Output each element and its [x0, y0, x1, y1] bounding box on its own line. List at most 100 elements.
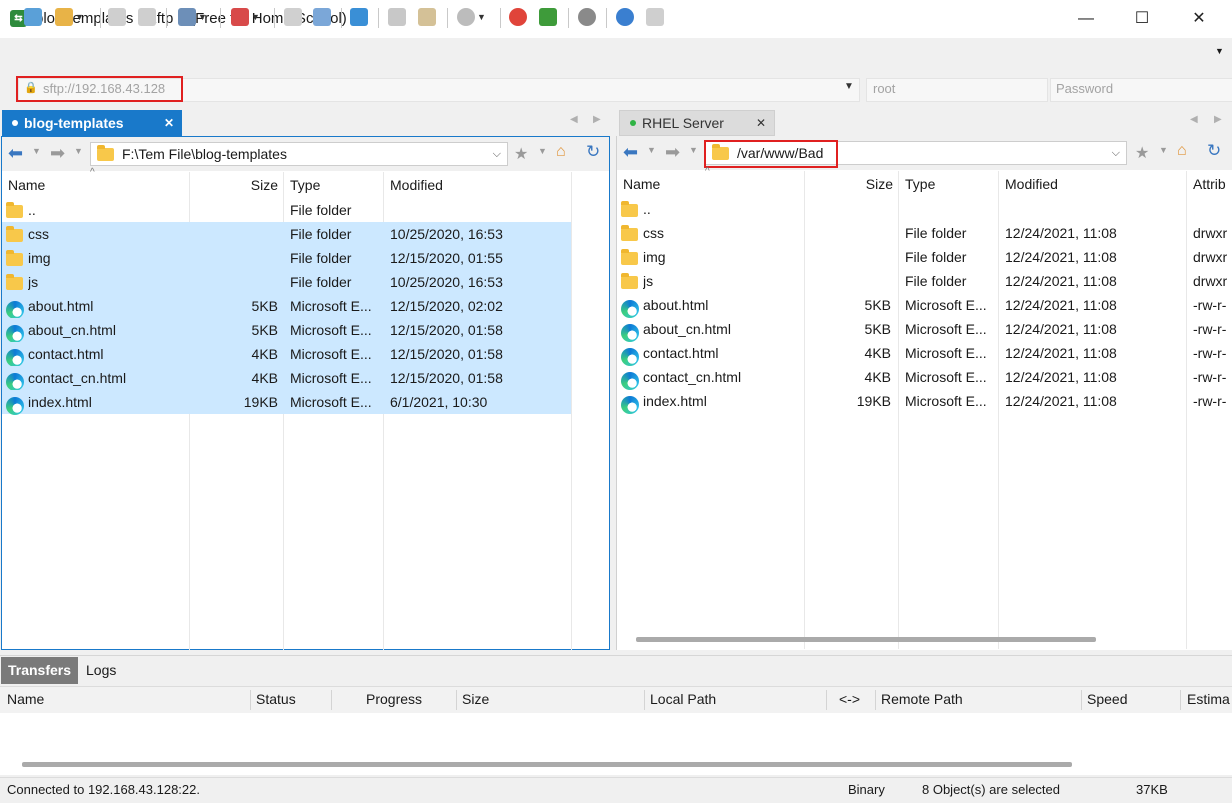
back-arrow-icon[interactable]: ⬅ — [623, 142, 638, 163]
xftp-button[interactable] — [539, 6, 557, 28]
tab-scroll-left-icon[interactable]: ◀ — [570, 114, 578, 125]
tab-scroll-right-icon[interactable]: ▶ — [1214, 114, 1222, 125]
favorites-star-icon[interactable]: ★ — [514, 144, 528, 164]
file-row[interactable]: about.html 5KB Microsoft E... 12/15/2020, 0… — [2, 294, 571, 320]
file-row[interactable]: .. — [617, 197, 1232, 221]
column-divider[interactable] — [1081, 690, 1082, 710]
column-divider[interactable] — [826, 690, 827, 710]
column-header-type[interactable]: Type — [290, 172, 380, 198]
file-row[interactable]: .. File folder — [2, 198, 571, 222]
copy-button[interactable] — [388, 6, 406, 28]
column-header-name[interactable]: Name — [8, 172, 158, 198]
column-header-name[interactable]: Name — [623, 171, 773, 197]
disconnect-button[interactable] — [138, 6, 156, 28]
address-dropdown-arrow[interactable]: ▼ — [844, 81, 854, 92]
tab-scroll-right-icon[interactable]: ▶ — [593, 114, 601, 125]
transfer-horizontal-scrollbar[interactable] — [22, 762, 1072, 767]
close-button[interactable]: ✕ — [1170, 0, 1228, 38]
file-row[interactable]: js File folder 12/24/2021, 11:08 drwxr — [617, 269, 1232, 293]
file-row[interactable]: about_cn.html 5KB Microsoft E... 12/24/2021… — [617, 317, 1232, 343]
file-row[interactable]: js File folder 10/25/2020, 16:53 — [2, 270, 571, 294]
local-path-combo[interactable]: F:\Tem File\blog-templates ⌵ — [90, 142, 508, 166]
toolbar-overflow-icon[interactable]: ▼ — [1215, 46, 1224, 56]
properties-button[interactable]: ▼ — [178, 6, 207, 28]
tab-scroll-left-icon[interactable]: ◀ — [1190, 114, 1198, 125]
transfer-column-remote-path[interactable]: Remote Path — [881, 686, 963, 712]
remote-horizontal-scrollbar[interactable] — [636, 637, 1096, 642]
maximize-button[interactable]: ☐ — [1113, 0, 1171, 38]
column-divider[interactable] — [644, 690, 645, 710]
refresh-icon[interactable]: ↻ — [586, 142, 600, 162]
forward-arrow-icon[interactable]: ➡ — [50, 143, 65, 164]
column-header-size[interactable]: Size — [192, 172, 278, 198]
file-row[interactable]: img File folder 12/24/2021, 11:08 drwxr — [617, 245, 1232, 269]
stop-button[interactable]: ▼ — [457, 6, 486, 28]
column-header-modified[interactable]: Modified — [1005, 171, 1175, 197]
refresh-icon[interactable]: ↻ — [1207, 141, 1221, 161]
column-header-type[interactable]: Type — [905, 171, 995, 197]
chevron-down-icon[interactable]: ▼ — [74, 146, 83, 156]
column-divider[interactable] — [456, 690, 457, 710]
paste-button[interactable] — [418, 6, 436, 28]
transfer-column-size[interactable]: Size — [462, 686, 489, 712]
close-icon[interactable]: ✕ — [756, 116, 766, 130]
back-arrow-icon[interactable]: ⬅ — [8, 143, 23, 164]
column-header-modified[interactable]: Modified — [390, 172, 560, 198]
open-session-button[interactable]: ▼ — [55, 6, 84, 28]
file-row[interactable]: css File folder 10/25/2020, 16:53 — [2, 222, 571, 246]
edge-icon — [621, 396, 639, 415]
home-folder-icon[interactable]: ⌂ — [556, 143, 566, 161]
transfer-column-estimated-time[interactable]: Estima — [1187, 686, 1230, 712]
chevron-down-icon[interactable]: ▼ — [647, 145, 656, 155]
transfer-column-name[interactable]: Name — [7, 686, 44, 712]
forward-arrow-icon[interactable]: ➡ — [665, 142, 680, 163]
tab-blog-templates[interactable]: blog-templates ✕ — [2, 110, 182, 136]
file-row[interactable]: contact.html 4KB Microsoft E... 12/24/2021,… — [617, 341, 1232, 367]
column-divider[interactable] — [1180, 690, 1181, 710]
options-button[interactable] — [578, 6, 596, 28]
file-row[interactable]: contact_cn.html 4KB Microsoft E... 12/15/20… — [2, 366, 571, 392]
transfer-column-progress[interactable]: Progress — [366, 686, 422, 712]
chevron-down-icon[interactable]: ⌵ — [493, 148, 501, 161]
xshell-button[interactable] — [509, 6, 527, 28]
file-row[interactable]: index.html 19KB Microsoft E... 6/1/2021, 10… — [2, 390, 571, 416]
column-divider[interactable] — [250, 690, 251, 710]
new-file-button[interactable] — [284, 6, 302, 28]
tab-rhel-server[interactable]: RHEL Server ✕ — [619, 110, 775, 136]
help-button[interactable] — [616, 6, 634, 28]
tab-transfers[interactable]: Transfers — [1, 657, 78, 684]
chevron-down-icon[interactable]: ▼ — [32, 146, 41, 156]
run-button[interactable]: ▼ — [231, 6, 260, 28]
column-divider[interactable] — [571, 172, 572, 650]
transfer-column-status[interactable]: Status — [256, 686, 296, 712]
file-row[interactable]: img File folder 12/15/2020, 01:55 — [2, 246, 571, 270]
tab-logs[interactable]: Logs — [86, 657, 116, 684]
transfer-column-local-path[interactable]: Local Path — [650, 686, 716, 712]
favorites-star-icon[interactable]: ★ — [1135, 143, 1149, 163]
column-header-size[interactable]: Size — [807, 171, 893, 197]
chevron-down-icon[interactable]: ▼ — [689, 145, 698, 155]
file-row[interactable]: index.html 19KB Microsoft E... 12/24/2021, … — [617, 389, 1232, 415]
transfer-file-button[interactable] — [313, 6, 331, 28]
file-row[interactable]: contact.html 4KB Microsoft E... 12/15/2020,… — [2, 342, 571, 368]
chevron-down-icon[interactable]: ▼ — [538, 146, 547, 156]
connect-button[interactable] — [108, 6, 126, 28]
file-size: 5KB — [864, 321, 891, 337]
chat-button[interactable] — [646, 6, 664, 28]
column-header-attrib[interactable]: Attrib — [1193, 171, 1232, 197]
close-icon[interactable]: ✕ — [164, 116, 174, 130]
transfer-column-speed[interactable]: Speed — [1087, 686, 1127, 712]
file-row[interactable]: about_cn.html 5KB Microsoft E... 12/15/2020… — [2, 318, 571, 344]
transfer-column-direction[interactable]: <-> — [839, 686, 860, 712]
column-divider[interactable] — [875, 690, 876, 710]
chevron-down-icon[interactable]: ▼ — [1159, 145, 1168, 155]
chevron-down-icon[interactable]: ⌵ — [1112, 147, 1120, 160]
file-row[interactable]: about.html 5KB Microsoft E... 12/24/2021, 1… — [617, 293, 1232, 319]
file-row[interactable]: contact_cn.html 4KB Microsoft E... 12/24/20… — [617, 365, 1232, 391]
minimize-button[interactable]: — — [1057, 0, 1115, 38]
home-folder-icon[interactable]: ⌂ — [1177, 142, 1187, 160]
new-session-button[interactable] — [24, 6, 42, 28]
file-row[interactable]: css File folder 12/24/2021, 11:08 drwxr — [617, 221, 1232, 245]
sync-button[interactable] — [350, 6, 368, 28]
column-divider[interactable] — [331, 690, 332, 710]
